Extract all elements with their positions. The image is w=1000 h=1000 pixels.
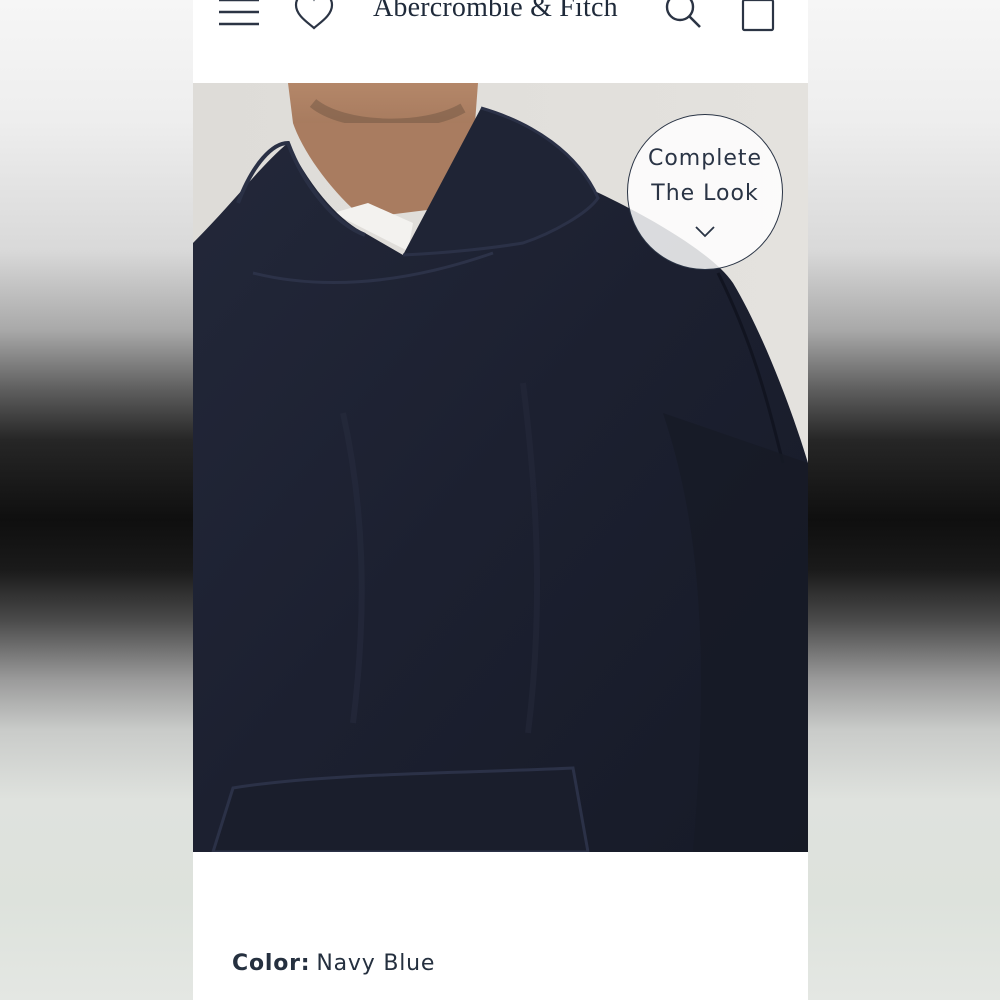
complete-the-look-line1: Complete (647, 146, 763, 171)
search-icon[interactable] (663, 0, 703, 32)
heart-icon[interactable] (293, 0, 335, 32)
color-value: Navy Blue (316, 951, 436, 976)
mobile-page: Abercrombie & Fitch Complete The Look Co… (193, 0, 808, 1000)
bag-icon[interactable] (741, 0, 775, 32)
chevron-down-icon (695, 226, 715, 238)
complete-the-look-line2: The Look (651, 181, 759, 206)
brand-logo[interactable]: Abercrombie & Fitch (373, 0, 633, 24)
color-label: Color: (232, 951, 311, 976)
color-selection: Color: Navy Blue (232, 951, 435, 976)
menu-icon[interactable] (219, 0, 261, 30)
site-header: Abercrombie & Fitch (193, 0, 808, 82)
complete-the-look-button[interactable]: Complete The Look (627, 114, 783, 270)
